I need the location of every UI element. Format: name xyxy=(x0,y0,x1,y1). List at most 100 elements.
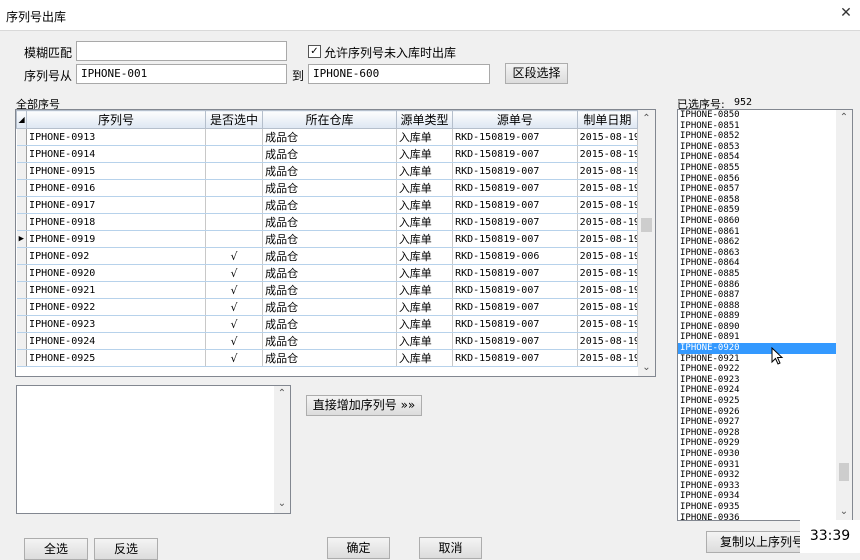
cell-serial[interactable]: IPHONE-0919 xyxy=(26,230,206,248)
list-item[interactable]: IPHONE-0864 xyxy=(678,258,836,269)
cell-selected[interactable] xyxy=(205,128,264,146)
cell-source-doc[interactable]: RKD-150819-007 xyxy=(452,298,578,316)
list-item[interactable]: IPHONE-0891 xyxy=(678,332,836,343)
list-scroll-up-icon[interactable]: ⌃ xyxy=(836,112,852,123)
list-scroll-down-icon[interactable]: ⌄ xyxy=(836,506,852,517)
list-item[interactable]: IPHONE-0931 xyxy=(678,460,836,471)
cell-warehouse[interactable]: 成品仓 xyxy=(262,281,397,299)
cell-date[interactable]: 2015-08-19 xyxy=(577,145,639,163)
table-row[interactable]: IPHONE-0918 成品仓 入库单 RKD-150819-007 2015-08-1… xyxy=(16,213,639,231)
cell-warehouse[interactable]: 成品仓 xyxy=(262,162,397,180)
cell-warehouse[interactable]: 成品仓 xyxy=(262,264,397,282)
column-header-selected[interactable]: 是否选中 xyxy=(204,110,264,129)
list-item[interactable]: IPHONE-0924 xyxy=(678,385,836,396)
cell-warehouse[interactable]: 成品仓 xyxy=(262,315,397,333)
cell-serial[interactable]: IPHONE-0920 xyxy=(26,264,206,282)
cell-serial[interactable]: IPHONE-0922 xyxy=(26,298,206,316)
grid-vertical-scrollbar[interactable]: ⌃ ⌄ xyxy=(638,110,655,376)
ok-button[interactable]: 确定 xyxy=(327,537,390,559)
table-row[interactable]: IPHONE-092 √ 成品仓 入库单 RKD-150819-006 2015-08-1… xyxy=(16,247,639,265)
cell-warehouse[interactable]: 成品仓 xyxy=(262,332,397,350)
invert-selection-button[interactable]: 反选 xyxy=(94,538,158,560)
cell-date[interactable]: 2015-08-19 xyxy=(577,196,639,214)
memo-scroll-up-icon[interactable]: ⌃ xyxy=(274,388,290,399)
cell-selected[interactable]: √ xyxy=(205,332,264,350)
list-item[interactable]: IPHONE-0920 xyxy=(678,343,836,354)
list-item[interactable]: IPHONE-0850 xyxy=(678,110,836,121)
column-header-source-doc[interactable]: 源单号 xyxy=(452,110,578,129)
selected-serials-list[interactable]: IPHONE-0850 IPHONE-0851 IPHONE-0852 IPHONE-… xyxy=(677,109,853,521)
list-item[interactable]: IPHONE-0858 xyxy=(678,195,836,206)
cell-date[interactable]: 2015-08-19 xyxy=(577,230,639,248)
close-icon[interactable]: ✕ xyxy=(838,5,854,21)
cell-serial[interactable]: IPHONE-0914 xyxy=(26,145,206,163)
list-item[interactable]: IPHONE-0853 xyxy=(678,142,836,153)
table-row[interactable]: IPHONE-0923 √ 成品仓 入库单 RKD-150819-007 2015-08-… xyxy=(16,315,639,333)
cell-selected[interactable]: √ xyxy=(205,349,264,367)
list-item[interactable]: IPHONE-0851 xyxy=(678,121,836,132)
list-item[interactable]: IPHONE-0933 xyxy=(678,481,836,492)
column-header-serial[interactable]: 序列号 xyxy=(26,110,206,129)
cell-source-type[interactable]: 入库单 xyxy=(396,349,454,367)
cell-warehouse[interactable]: 成品仓 xyxy=(262,349,397,367)
list-item[interactable]: IPHONE-0890 xyxy=(678,322,836,333)
scroll-down-icon[interactable]: ⌄ xyxy=(638,362,655,373)
list-vertical-scrollbar[interactable]: ⌃ ⌄ xyxy=(836,110,852,520)
all-serials-grid[interactable]: ◢ 序列号 是否选中 所在仓库 源单类型 源单号 制单日期 IPHONE-091… xyxy=(15,109,656,377)
cell-warehouse[interactable]: 成品仓 xyxy=(262,213,397,231)
cell-source-type[interactable]: 入库单 xyxy=(396,213,454,231)
cell-source-type[interactable]: 入库单 xyxy=(396,128,454,146)
cell-selected[interactable] xyxy=(205,196,264,214)
cell-source-doc[interactable]: RKD-150819-007 xyxy=(452,196,578,214)
cell-serial[interactable]: IPHONE-0916 xyxy=(26,179,206,197)
table-row[interactable]: IPHONE-0914 成品仓 入库单 RKD-150819-007 2015-08-1… xyxy=(16,145,639,163)
add-serial-directly-button[interactable]: 直接增加序列号 »» xyxy=(306,395,422,416)
list-item[interactable]: IPHONE-0888 xyxy=(678,301,836,312)
cell-date[interactable]: 2015-08-19 xyxy=(577,332,639,350)
cell-serial[interactable]: IPHONE-0918 xyxy=(26,213,206,231)
cell-date[interactable]: 2015-08-19 xyxy=(577,213,639,231)
cell-source-doc[interactable]: RKD-150819-007 xyxy=(452,145,578,163)
list-item[interactable]: IPHONE-0854 xyxy=(678,152,836,163)
memo-scroll-down-icon[interactable]: ⌄ xyxy=(274,498,290,509)
cell-selected[interactable] xyxy=(205,145,264,163)
cell-source-doc[interactable]: RKD-150819-007 xyxy=(452,332,578,350)
cell-selected[interactable]: √ xyxy=(205,298,264,316)
cell-source-type[interactable]: 入库单 xyxy=(396,315,454,333)
cell-warehouse[interactable]: 成品仓 xyxy=(262,247,397,265)
list-item[interactable]: IPHONE-0925 xyxy=(678,396,836,407)
list-item[interactable]: IPHONE-0855 xyxy=(678,163,836,174)
table-row[interactable]: IPHONE-0916 成品仓 入库单 RKD-150819-007 2015-08-1… xyxy=(16,179,639,197)
cell-warehouse[interactable]: 成品仓 xyxy=(262,145,397,163)
cell-serial[interactable]: IPHONE-092 xyxy=(26,247,206,265)
grid-scroll-thumb[interactable] xyxy=(641,218,652,232)
list-item[interactable]: IPHONE-0863 xyxy=(678,248,836,259)
table-row[interactable]: IPHONE-0924 √ 成品仓 入库单 RKD-150819-007 2015-08-… xyxy=(16,332,639,350)
cell-serial[interactable]: IPHONE-0924 xyxy=(26,332,206,350)
cell-source-doc[interactable]: RKD-150819-007 xyxy=(452,264,578,282)
table-row[interactable]: IPHONE-0922 √ 成品仓 入库单 RKD-150819-007 2015-08-… xyxy=(16,298,639,316)
list-item[interactable]: IPHONE-0921 xyxy=(678,354,836,365)
cell-source-type[interactable]: 入库单 xyxy=(396,162,454,180)
cell-selected[interactable]: √ xyxy=(205,247,264,265)
list-item[interactable]: IPHONE-0857 xyxy=(678,184,836,195)
list-item[interactable]: IPHONE-0929 xyxy=(678,438,836,449)
table-row[interactable]: IPHONE-0915 成品仓 入库单 RKD-150819-007 2015-08-1… xyxy=(16,162,639,180)
cell-source-doc[interactable]: RKD-150819-007 xyxy=(452,281,578,299)
cell-serial[interactable]: IPHONE-0923 xyxy=(26,315,206,333)
cell-warehouse[interactable]: 成品仓 xyxy=(262,179,397,197)
fuzzy-match-input[interactable] xyxy=(76,41,287,61)
cell-serial[interactable]: IPHONE-0917 xyxy=(26,196,206,214)
cell-source-type[interactable]: 入库单 xyxy=(396,298,454,316)
range-select-button[interactable]: 区段选择 xyxy=(505,63,568,84)
table-row[interactable]: IPHONE-0920 √ 成品仓 入库单 RKD-150819-007 2015-08-… xyxy=(16,264,639,282)
cell-source-doc[interactable]: RKD-150819-007 xyxy=(452,315,578,333)
list-item[interactable]: IPHONE-0930 xyxy=(678,449,836,460)
column-header-warehouse[interactable]: 所在仓库 xyxy=(262,110,397,129)
serial-to-input[interactable]: IPHONE-600 xyxy=(308,64,490,84)
list-item[interactable]: IPHONE-0889 xyxy=(678,311,836,322)
cell-serial[interactable]: IPHONE-0925 xyxy=(26,349,206,367)
cell-date[interactable]: 2015-08-19 xyxy=(577,298,639,316)
table-row[interactable]: IPHONE-0925 √ 成品仓 入库单 RKD-150819-007 2015-08-… xyxy=(16,349,639,367)
cell-source-type[interactable]: 入库单 xyxy=(396,145,454,163)
